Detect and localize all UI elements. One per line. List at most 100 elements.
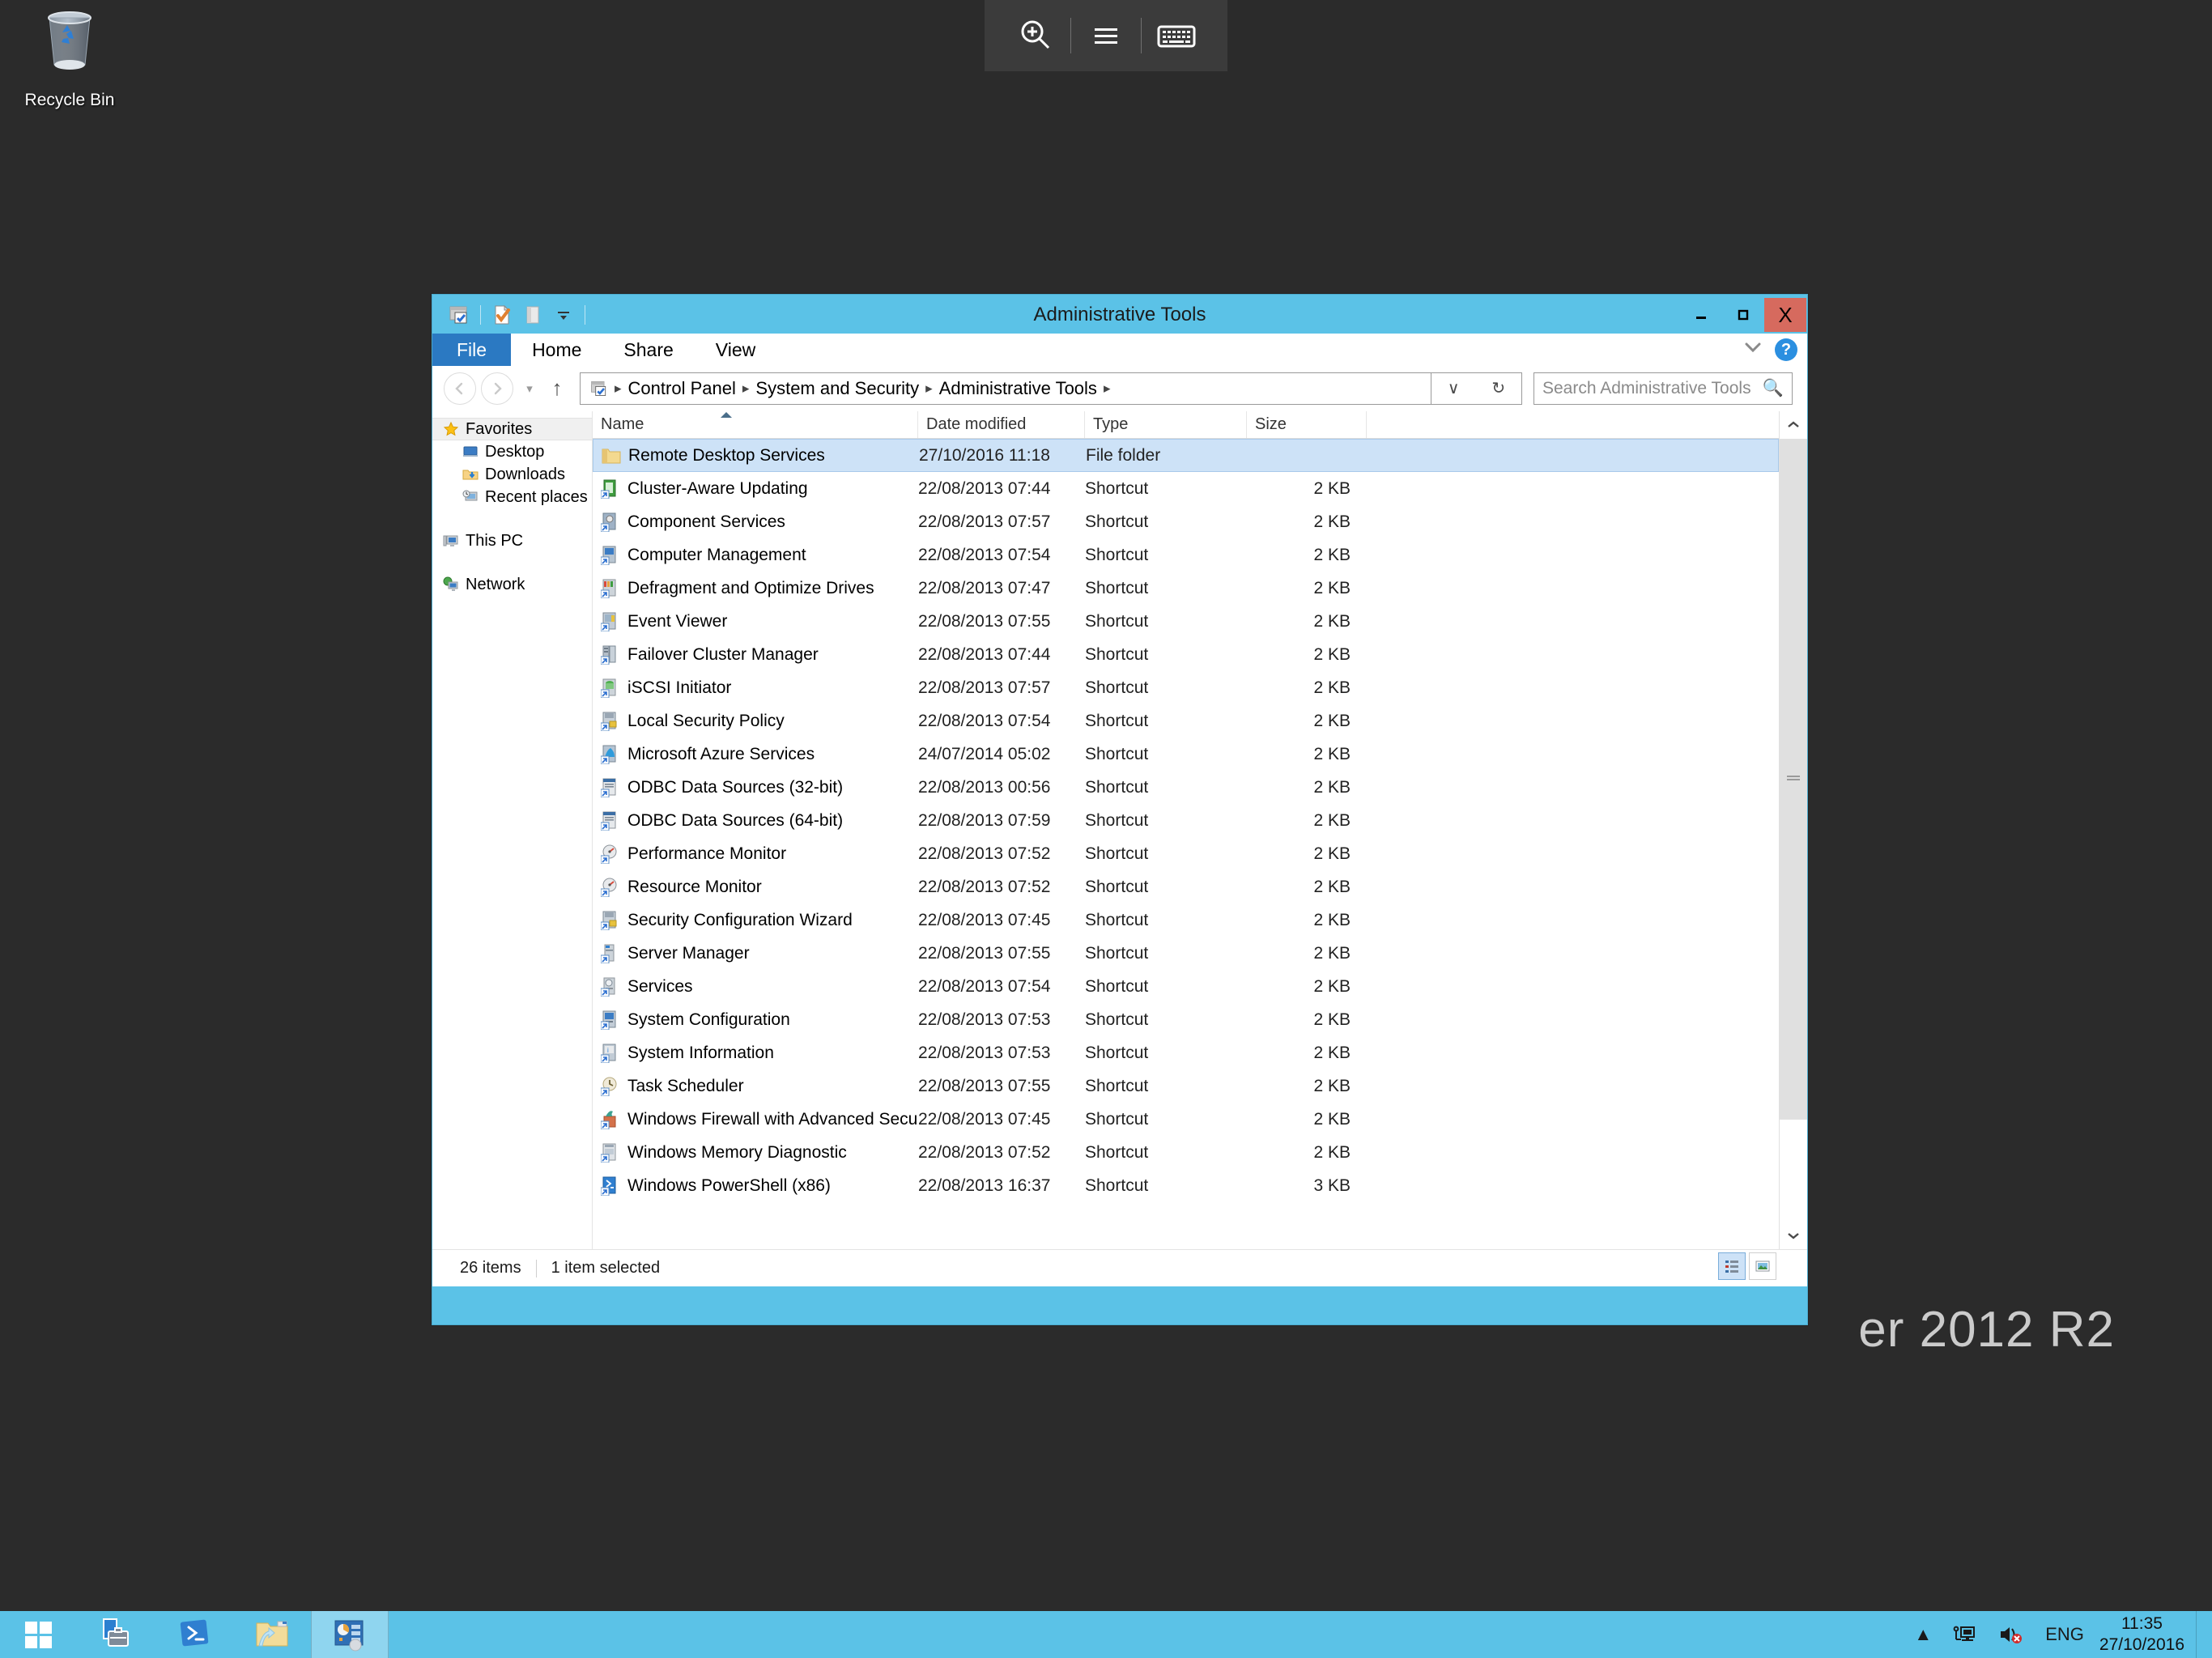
file-name-cell[interactable]: Services: [593, 977, 918, 997]
file-list-area[interactable]: Name Date modified Type Size Remote Desk…: [593, 411, 1779, 1249]
file-name-cell[interactable]: Security Configuration Wizard: [593, 911, 918, 930]
scroll-up-button[interactable]: [1780, 411, 1807, 439]
large-icons-view-button[interactable]: [1749, 1252, 1776, 1280]
desktop-icon-recycle-bin[interactable]: Recycle Bin: [13, 8, 126, 110]
tab-view[interactable]: View: [695, 334, 776, 366]
navigation-pane[interactable]: Favorites Desktop Downloads Recent place…: [432, 411, 593, 1249]
file-name-cell[interactable]: System Configuration: [593, 1010, 918, 1030]
column-header-date-modified[interactable]: Date modified: [918, 411, 1085, 438]
file-explorer-window[interactable]: Administrative Tools X File Home Share V…: [432, 294, 1808, 1325]
table-row[interactable]: Security Configuration Wizard 22/08/2013 …: [593, 903, 1779, 937]
details-view-button[interactable]: [1718, 1252, 1746, 1280]
file-name-cell[interactable]: Windows Firewall with Advanced Security: [593, 1110, 918, 1129]
table-row[interactable]: ODBC Data Sources (64-bit) 22/08/2013 07:…: [593, 804, 1779, 837]
column-header-size[interactable]: Size: [1247, 411, 1367, 438]
table-row[interactable]: System Configuration 22/08/2013 07:53 Shor…: [593, 1003, 1779, 1036]
table-row[interactable]: Windows Firewall with Advanced Security 2…: [593, 1103, 1779, 1136]
admin-tools-icon[interactable]: [444, 300, 474, 330]
language-indicator[interactable]: ENG: [2035, 1624, 2095, 1645]
tab-file[interactable]: File: [432, 334, 512, 366]
close-button[interactable]: X: [1764, 298, 1806, 332]
minimize-button[interactable]: [1680, 298, 1722, 332]
taskbar-item-powershell[interactable]: [155, 1611, 233, 1658]
vertical-scrollbar[interactable]: [1779, 411, 1807, 1249]
taskbar-item-server-manager[interactable]: [78, 1611, 155, 1658]
breadcrumb-separator-1[interactable]: ▸: [741, 380, 751, 397]
clock[interactable]: 11:35 27/10/2016: [2095, 1613, 2196, 1655]
table-row[interactable]: Windows PowerShell (x86) 22/08/2013 16:37…: [593, 1169, 1779, 1202]
tray-overflow-button[interactable]: ▲: [1904, 1624, 1942, 1645]
show-desktop-button[interactable]: [2196, 1611, 2207, 1658]
sidebar-item-favorites[interactable]: Favorites: [432, 418, 592, 440]
scrollbar-thumb[interactable]: [1780, 439, 1807, 1120]
up-one-level-button[interactable]: ↑: [541, 376, 573, 401]
hamburger-menu-icon[interactable]: [1071, 0, 1141, 71]
table-row[interactable]: Task Scheduler 22/08/2013 07:55 Shortcut 2 …: [593, 1069, 1779, 1103]
file-name-cell[interactable]: Resource Monitor: [593, 878, 918, 897]
address-dropdown-chevron-down-icon[interactable]: ∨: [1448, 378, 1460, 398]
recent-locations-button[interactable]: ▾: [518, 381, 541, 396]
tab-home[interactable]: Home: [511, 334, 602, 366]
table-row[interactable]: Resource Monitor 22/08/2013 07:52 Shortcut…: [593, 870, 1779, 903]
table-row[interactable]: ODBC Data Sources (32-bit) 22/08/2013 00:…: [593, 771, 1779, 804]
search-icon[interactable]: 🔍: [1763, 379, 1784, 398]
scroll-down-button[interactable]: [1780, 1222, 1807, 1249]
keyboard-icon[interactable]: [1142, 0, 1211, 71]
breadcrumb[interactable]: ▸ Control Panel ▸ System and Security ▸ …: [580, 372, 1431, 405]
expand-ribbon-chevron-down-icon[interactable]: [1742, 340, 1763, 359]
system-tray[interactable]: ▲ ENG 11:35 27/10/2016: [1904, 1611, 2212, 1658]
table-row[interactable]: Cluster-Aware Updating 22/08/2013 07:44 Sh…: [593, 472, 1779, 505]
table-row[interactable]: iSCSI Initiator 22/08/2013 07:57 Shortcut 2…: [593, 671, 1779, 704]
sidebar-item-network[interactable]: Network: [432, 573, 592, 596]
refresh-icon[interactable]: ↻: [1491, 378, 1505, 398]
magnifier-plus-icon[interactable]: [1001, 0, 1070, 71]
file-name-cell[interactable]: Windows Memory Diagnostic: [593, 1143, 918, 1163]
file-name-cell[interactable]: Defragment and Optimize Drives: [593, 579, 918, 598]
table-row[interactable]: Event Viewer 22/08/2013 07:55 Shortcut 2 KB: [593, 605, 1779, 638]
table-row[interactable]: Services 22/08/2013 07:54 Shortcut 2 KB: [593, 970, 1779, 1003]
help-icon[interactable]: ?: [1775, 338, 1797, 361]
taskbar-item-file-explorer[interactable]: [233, 1611, 311, 1658]
table-row[interactable]: Computer Management 22/08/2013 07:54 Short…: [593, 538, 1779, 572]
sidebar-item-this-pc[interactable]: This PC: [432, 529, 592, 552]
table-row[interactable]: Performance Monitor 22/08/2013 07:52 Short…: [593, 837, 1779, 870]
window-titlebar[interactable]: Administrative Tools X: [432, 295, 1807, 334]
table-row[interactable]: Windows Memory Diagnostic 22/08/2013 07:5…: [593, 1136, 1779, 1169]
new-folder-icon[interactable]: [517, 300, 548, 330]
breadcrumb-separator-0[interactable]: ▸: [613, 380, 623, 397]
file-name-cell[interactable]: ODBC Data Sources (64-bit): [593, 811, 918, 831]
table-row[interactable]: Failover Cluster Manager 22/08/2013 07:44…: [593, 638, 1779, 671]
taskbar[interactable]: ▲ ENG 11:35 27/10/2016: [0, 1611, 2212, 1658]
table-row[interactable]: Component Services 22/08/2013 07:57 Shortc…: [593, 505, 1779, 538]
sidebar-item-downloads[interactable]: Downloads: [432, 463, 592, 486]
table-row[interactable]: Local Security Policy 22/08/2013 07:54 Sho…: [593, 704, 1779, 738]
breadcrumb-item-system-and-security[interactable]: System and Security: [751, 378, 924, 399]
file-name-cell[interactable]: Windows PowerShell (x86): [593, 1176, 918, 1196]
ribbon-tabs[interactable]: File Home Share View ?: [432, 334, 1807, 366]
view-mode-buttons[interactable]: [1718, 1252, 1776, 1280]
table-row[interactable]: Remote Desktop Services 27/10/2016 11:18 F…: [593, 439, 1779, 472]
breadcrumb-separator-2[interactable]: ▸: [924, 380, 934, 397]
column-headers[interactable]: Name Date modified Type Size: [593, 411, 1779, 439]
file-name-cell[interactable]: Server Manager: [593, 944, 918, 963]
volume-muted-icon[interactable]: [1988, 1623, 2035, 1646]
file-name-cell[interactable]: i System Information: [593, 1044, 918, 1063]
search-input[interactable]: [1542, 378, 1763, 398]
address-bar-row[interactable]: ▾ ↑ ▸ Control Panel ▸ System and Securit…: [432, 366, 1807, 411]
address-bar-actions[interactable]: ∨ ↻: [1431, 372, 1522, 405]
maximize-button[interactable]: [1722, 298, 1764, 332]
file-name-cell[interactable]: Computer Management: [593, 546, 918, 565]
network-tray-icon[interactable]: [1942, 1623, 1988, 1646]
table-row[interactable]: Server Manager 22/08/2013 07:55 Shortcut 2 …: [593, 937, 1779, 970]
breadcrumb-separator-3[interactable]: ▸: [1102, 380, 1112, 397]
breadcrumb-item-control-panel[interactable]: Control Panel: [623, 378, 741, 399]
desktop[interactable]: er 2012 R2 Recycle Bin Administrative To…: [0, 0, 2212, 1658]
tab-share[interactable]: Share: [602, 334, 694, 366]
quick-access-toolbar[interactable]: [444, 300, 591, 330]
search-box[interactable]: 🔍: [1534, 372, 1793, 405]
table-row[interactable]: Defragment and Optimize Drives 22/08/2013…: [593, 572, 1779, 605]
file-name-cell[interactable]: Remote Desktop Services: [593, 446, 919, 466]
file-name-cell[interactable]: Local Security Policy: [593, 712, 918, 731]
file-name-cell[interactable]: ODBC Data Sources (32-bit): [593, 778, 918, 797]
window-controls[interactable]: X: [1680, 298, 1806, 332]
